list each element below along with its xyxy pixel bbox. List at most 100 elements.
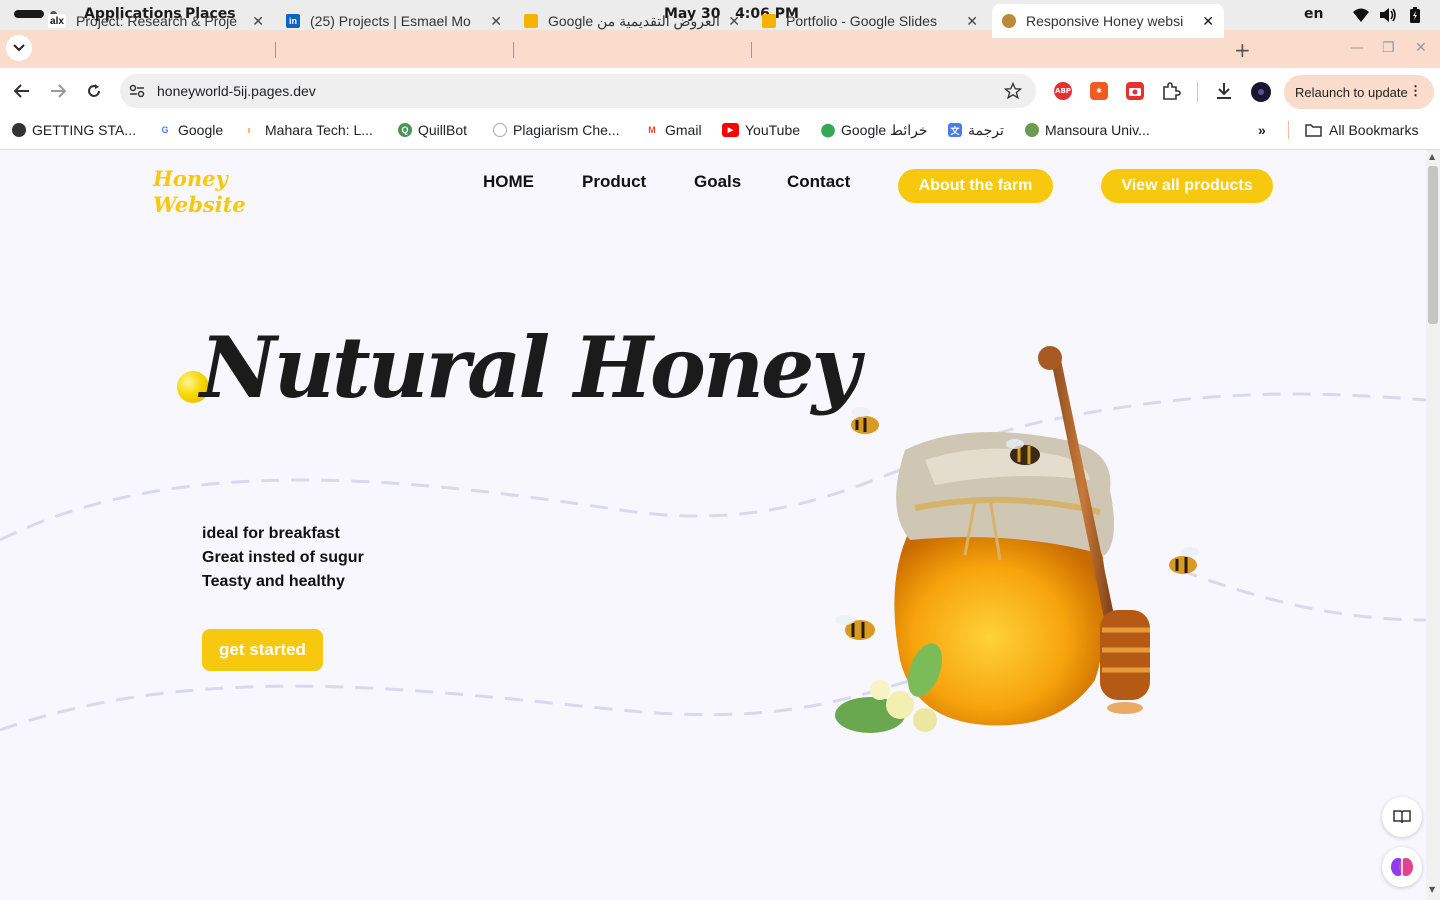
- bookmark-label: Mahara Tech: L...: [265, 122, 373, 138]
- tab-search-button[interactable]: [6, 35, 32, 61]
- view-all-products-button[interactable]: View all products: [1101, 169, 1273, 203]
- kebab-menu-icon: ⋮: [1409, 83, 1422, 98]
- bookmark-google-maps[interactable]: ⬤ Google خرائط: [821, 120, 928, 140]
- forward-button[interactable]: [47, 80, 69, 102]
- bee-icon: [851, 407, 879, 434]
- close-icon[interactable]: ✕: [252, 13, 264, 30]
- relaunch-to-update-button[interactable]: Relaunch to update ⋮: [1284, 75, 1434, 109]
- bookmark-google[interactable]: G Google: [158, 120, 223, 140]
- adblock-plus-icon[interactable]: ABP: [1054, 82, 1072, 100]
- star-icon: [1004, 82, 1022, 100]
- bookmark-label: Plagiarism Che...: [513, 122, 620, 138]
- nav-product[interactable]: Product: [582, 172, 646, 192]
- tab-linkedin-projects[interactable]: in (25) Projects | Esmael Mo ✕: [276, 4, 512, 38]
- tab-portfolio-slides[interactable]: Portfolio - Google Slides ✕: [752, 4, 988, 38]
- book-icon: [1393, 810, 1411, 824]
- bookmark-quillbot[interactable]: Q QuillBot: [398, 120, 467, 140]
- reload-button[interactable]: [83, 80, 105, 102]
- tab-title: Portfolio - Google Slides: [786, 13, 937, 29]
- hero-title: Nutural Honey: [200, 318, 860, 417]
- ai-assistant-button[interactable]: [1382, 847, 1422, 887]
- feature-item: ideal for breakfast: [202, 525, 340, 542]
- minimize-window-button[interactable]: —: [1350, 40, 1364, 56]
- linkedin-icon: in: [286, 14, 300, 28]
- folder-icon: [1305, 124, 1322, 137]
- camera-extension-icon[interactable]: [1126, 82, 1144, 100]
- reload-icon: [88, 84, 100, 97]
- reading-mode-button[interactable]: [1382, 797, 1422, 837]
- more-bookmarks-button[interactable]: »: [1258, 120, 1266, 140]
- honey-jar-illustration: [835, 346, 1199, 733]
- bookmark-getting-started[interactable]: GETTING STA...: [12, 120, 136, 140]
- close-icon[interactable]: ✕: [1202, 13, 1214, 30]
- google-icon: G: [161, 125, 169, 135]
- close-window-button[interactable]: ✕: [1415, 40, 1427, 56]
- bookmark-label: Google: [178, 122, 224, 138]
- new-tab-button[interactable]: +: [1234, 38, 1251, 62]
- plagiarism-icon: [493, 123, 507, 137]
- nav-goals[interactable]: Goals: [694, 172, 741, 192]
- google-slides-icon: [524, 14, 538, 28]
- close-icon[interactable]: ✕: [966, 13, 978, 30]
- tab-title: Project: Research & Proje: [76, 13, 238, 29]
- bookmarks-divider: [1288, 121, 1289, 139]
- chevron-down-icon: [13, 44, 25, 52]
- bookmark-label: Mansoura Univ...: [1045, 122, 1150, 138]
- bookmark-mahara-tech[interactable]: ı Mahara Tech: L...: [245, 120, 373, 140]
- bookmark-label: ترجمة: [968, 121, 1004, 138]
- tab-honey-website[interactable]: Responsive Honey websi ✕: [992, 4, 1224, 38]
- get-started-button[interactable]: get started: [202, 629, 323, 671]
- arrow-left-icon: [14, 84, 29, 98]
- university-icon: [1025, 123, 1039, 137]
- bookmark-label: Gmail: [665, 122, 702, 138]
- bookmark-youtube[interactable]: ▶ YouTube: [722, 120, 800, 140]
- site-info-button[interactable]: [126, 80, 148, 102]
- volume-icon[interactable]: [1379, 6, 1397, 24]
- bookmark-plagiarism-checker[interactable]: Plagiarism Che...: [493, 120, 620, 140]
- close-icon[interactable]: ✕: [728, 13, 740, 30]
- close-icon[interactable]: ✕: [490, 13, 502, 30]
- tab-research-project[interactable]: alx Project: Research & Proje ✕: [38, 4, 274, 38]
- bookmark-label: GETTING STA...: [32, 122, 136, 138]
- bookmark-mansoura-university[interactable]: Mansoura Univ...: [1025, 120, 1150, 140]
- tab-title: Responsive Honey websi: [1026, 13, 1184, 29]
- extension-orange-icon[interactable]: ✱: [1090, 82, 1108, 100]
- wifi-icon[interactable]: [1352, 6, 1370, 24]
- all-bookmarks-label: All Bookmarks: [1329, 122, 1419, 138]
- keyboard-language[interactable]: en: [1304, 6, 1323, 22]
- site-logo[interactable]: Honey Website: [153, 166, 246, 218]
- bookmark-translate[interactable]: 文 ترجمة: [948, 120, 1004, 140]
- tab-divider: [513, 42, 514, 58]
- download-icon: [1217, 83, 1231, 99]
- downloads-button[interactable]: [1213, 80, 1235, 102]
- quillbot-icon: Q: [398, 123, 412, 137]
- bookmark-label: Google خرائط: [841, 121, 928, 138]
- gmail-icon: M: [648, 125, 656, 135]
- back-button[interactable]: [11, 80, 33, 102]
- google-slides-icon: [762, 14, 776, 28]
- url-text[interactable]: honeyworld-5ij.pages.dev: [157, 83, 316, 99]
- nav-contact[interactable]: Contact: [787, 172, 850, 192]
- tab-google-slides-arabic[interactable]: العروض التقديمية من Google ✕: [514, 4, 750, 38]
- avatar-dot: [1258, 89, 1264, 95]
- tab-title: (25) Projects | Esmael Mo: [310, 13, 471, 29]
- scrollbar-thumb[interactable]: [1428, 166, 1438, 324]
- profile-avatar[interactable]: [1251, 82, 1271, 102]
- maximize-window-button[interactable]: ❐: [1382, 40, 1395, 56]
- youtube-icon: ▶: [722, 123, 739, 137]
- tune-icon: [129, 84, 145, 98]
- logo-line-2: Website: [153, 192, 246, 217]
- relaunch-label: Relaunch to update: [1295, 84, 1408, 100]
- about-farm-button[interactable]: About the farm: [898, 169, 1053, 203]
- nav-home[interactable]: HOME: [483, 172, 534, 192]
- extensions-puzzle-icon[interactable]: [1160, 80, 1182, 102]
- all-bookmarks-button[interactable]: All Bookmarks: [1305, 120, 1418, 140]
- battery-icon[interactable]: [1406, 6, 1424, 24]
- bookmark-star-button[interactable]: [1002, 80, 1024, 102]
- bookmark-gmail[interactable]: M Gmail: [645, 120, 702, 140]
- scroll-up-arrow[interactable]: ▲: [1429, 152, 1435, 161]
- feature-list: ideal for breakfast Great insted of sugu…: [202, 522, 364, 594]
- alx-icon: alx: [48, 14, 66, 28]
- logo-line-1: Honey: [153, 166, 228, 191]
- scroll-down-arrow[interactable]: ▼: [1429, 885, 1435, 894]
